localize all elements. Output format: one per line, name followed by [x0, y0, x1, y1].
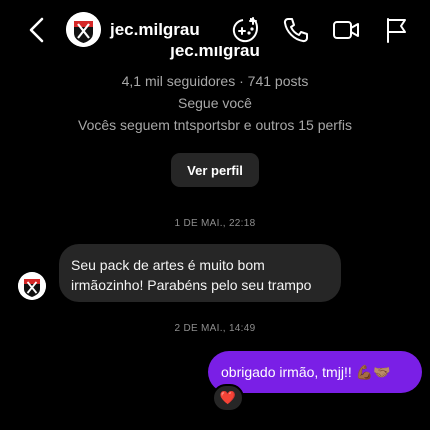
message-timestamp: 2 DE MAI., 14:49	[174, 323, 256, 334]
back-arrow-icon[interactable]	[26, 17, 48, 43]
header-avatar[interactable]	[66, 12, 101, 47]
header-username[interactable]: jec.milgrau	[110, 20, 200, 40]
mutual-followers[interactable]: Vocês seguem tntsportsbr e outros 15 per…	[0, 114, 430, 136]
profile-stats: 4,1 mil seguidores · 741 posts	[121, 73, 309, 89]
heart-reaction[interactable]: ❤️	[212, 384, 244, 412]
message-line: irmãozinho! Parabéns pelo seu trampo	[71, 277, 312, 293]
profile-name: jec.milgrau	[170, 46, 260, 60]
sender-avatar[interactable]	[18, 272, 46, 300]
follows-you-label: Segue você	[178, 95, 252, 111]
message-text: obrigado irmão, tmjj!! 💪🏾🤝🏽	[221, 363, 391, 380]
flag-icon[interactable]	[383, 16, 411, 44]
phone-call-icon[interactable]	[282, 16, 310, 44]
message-line: Seu pack de artes é muito bom	[71, 257, 265, 273]
view-profile-button[interactable]: Ver perfil	[171, 153, 259, 187]
profile-summary: jec.milgrau 4,1 mil seguidores · 741 pos…	[0, 46, 430, 136]
gamepad-icon[interactable]	[231, 16, 259, 44]
heart-icon: ❤️	[219, 390, 237, 405]
incoming-message-bubble[interactable]: Seu pack de artes é muito bom irmãozinho…	[59, 244, 341, 302]
outgoing-message-bubble[interactable]: obrigado irmão, tmjj!! 💪🏾🤝🏽	[208, 351, 422, 393]
video-call-icon[interactable]	[332, 16, 360, 44]
message-timestamp: 1 DE MAI., 22:18	[174, 218, 256, 229]
